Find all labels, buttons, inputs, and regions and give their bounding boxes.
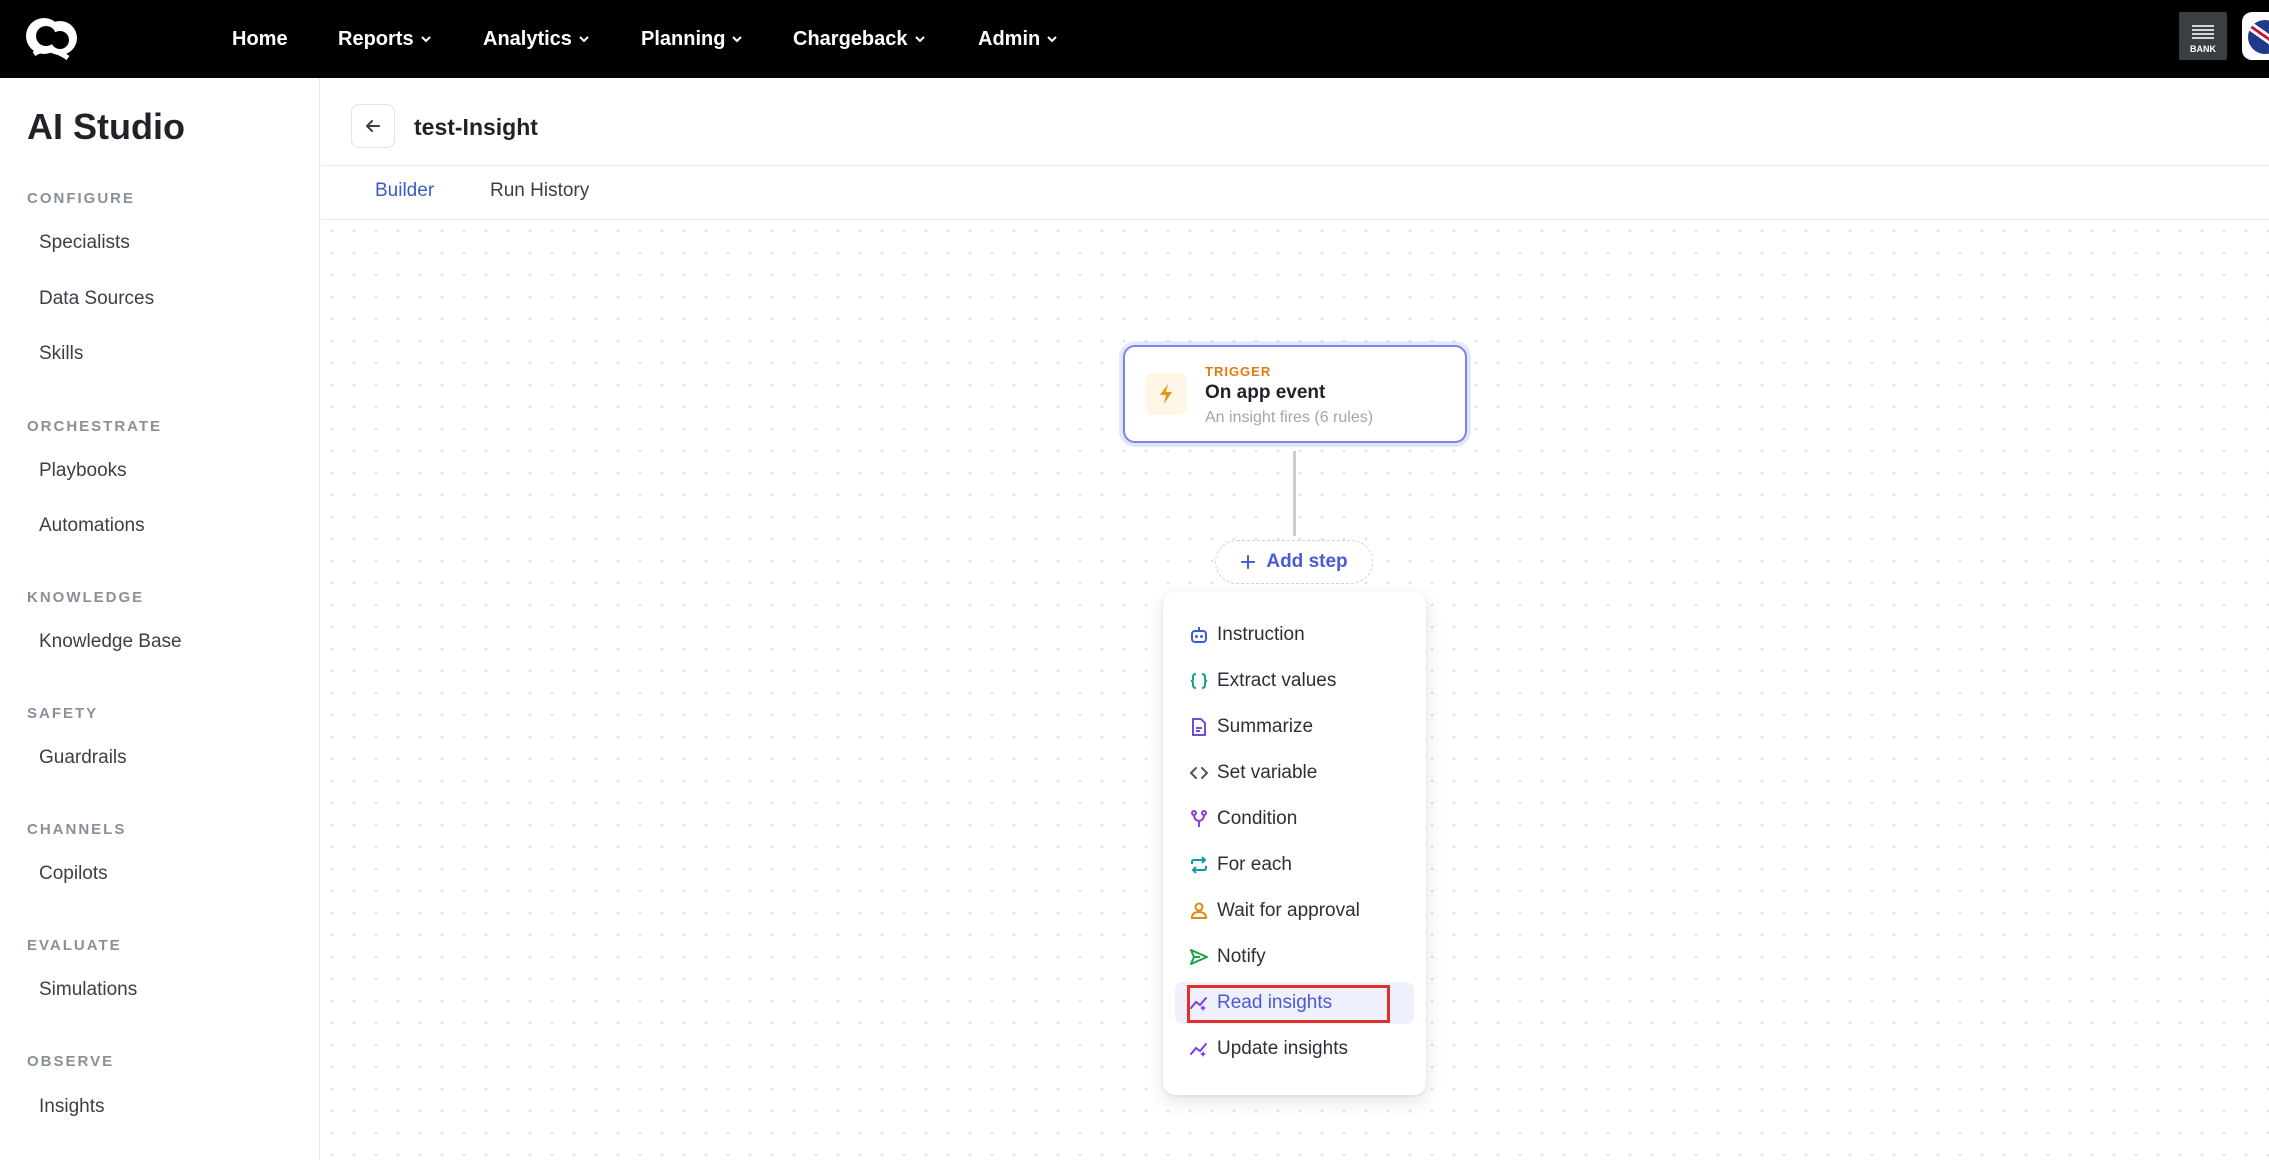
sidebar-item-copilots[interactable]: Copilots — [39, 863, 108, 885]
nav-reports-label: Reports — [338, 28, 414, 50]
tab-builder[interactable]: Builder — [375, 180, 434, 202]
menu-item-label: For each — [1217, 854, 1292, 875]
menu-item-update-insights[interactable]: Update insights — [1175, 1028, 1414, 1070]
repeat-icon — [1191, 856, 1207, 874]
profile-avatar[interactable] — [2242, 12, 2269, 60]
menu-item-summarize[interactable]: Summarize — [1175, 706, 1414, 748]
nav-planning-label: Planning — [641, 28, 726, 50]
menu-item-notify[interactable]: Notify — [1175, 936, 1414, 978]
sidebar-item-automations[interactable]: Automations — [39, 515, 145, 537]
sidebar-item-simulations[interactable]: Simulations — [39, 979, 137, 1001]
flow-connector — [1293, 451, 1296, 536]
chevron-down-icon — [732, 36, 743, 43]
menu-item-label: Update insights — [1217, 1038, 1348, 1059]
braces-icon — [1190, 673, 1208, 689]
add-step-button[interactable]: Add step — [1215, 540, 1373, 584]
menu-item-read-insights[interactable]: Read insights — [1175, 982, 1414, 1024]
nav-analytics[interactable]: Analytics — [483, 0, 590, 78]
menu-item-label: Instruction — [1217, 624, 1305, 645]
send-icon — [1190, 949, 1208, 965]
nav-planning[interactable]: Planning — [641, 0, 743, 78]
section-orchestrate: ORCHESTRATE — [27, 418, 163, 435]
bank-label: BANK — [2190, 44, 2216, 54]
section-configure: CONFIGURE — [27, 190, 135, 207]
sidebar-item-insights[interactable]: Insights — [39, 1096, 104, 1118]
menu-item-condition[interactable]: Condition — [1175, 798, 1414, 840]
bank-switcher[interactable]: BANK — [2179, 12, 2227, 60]
sidebar-item-skills[interactable]: Skills — [39, 343, 83, 365]
tab-run-history[interactable]: Run History — [490, 180, 589, 202]
trigger-title: On app event — [1205, 382, 1326, 403]
step-type-menu: Instruction Extract values Summarize Set… — [1163, 592, 1426, 1095]
plus-icon — [1241, 555, 1256, 569]
branch-icon — [1191, 810, 1207, 827]
section-evaluate: EVALUATE — [27, 937, 122, 954]
arrow-left-icon — [366, 120, 380, 132]
trigger-subtitle: An insight fires (6 rules) — [1205, 409, 1374, 426]
nav-analytics-label: Analytics — [483, 28, 572, 50]
menu-item-label: Set variable — [1217, 762, 1318, 783]
page-title: test-Insight — [414, 114, 538, 140]
chevron-down-icon — [1047, 36, 1057, 43]
menu-item-wait-for-approval[interactable]: Wait for approval — [1175, 890, 1414, 932]
page-header: test-Insight — [321, 78, 2269, 166]
menu-item-set-variable[interactable]: Set variable — [1175, 752, 1414, 794]
menu-item-instruction[interactable]: Instruction — [1175, 614, 1414, 656]
chevron-down-icon — [914, 36, 925, 43]
sidebar-title: AI Studio — [27, 106, 185, 147]
menu-item-label: Read insights — [1217, 992, 1333, 1013]
nav-reports[interactable]: Reports — [338, 0, 432, 78]
bank-icon — [2192, 25, 2214, 41]
trigger-card[interactable]: TRIGGER On app event An insight fires (6… — [1123, 345, 1467, 443]
sidebar-item-specialists[interactable]: Specialists — [39, 232, 130, 254]
menu-item-extract-values[interactable]: Extract values — [1175, 660, 1414, 702]
sidebar-item-guardrails[interactable]: Guardrails — [39, 747, 127, 769]
trigger-kicker: TRIGGER — [1205, 364, 1272, 379]
code-icon — [1189, 767, 1209, 779]
menu-item-label: Extract values — [1217, 670, 1337, 691]
section-knowledge: KNOWLEDGE — [27, 589, 145, 606]
chevron-down-icon — [579, 36, 589, 43]
insight-icon — [1190, 997, 1207, 1011]
sidebar-item-data-sources[interactable]: Data Sources — [39, 288, 154, 310]
person-icon — [1190, 902, 1208, 919]
sidebar-item-knowledge-base[interactable]: Knowledge Base — [39, 631, 182, 653]
menu-item-for-each[interactable]: For each — [1175, 844, 1414, 886]
nav-admin[interactable]: Admin — [978, 0, 1058, 78]
sidebar: AI Studio CONFIGURE Specialists Data Sou… — [0, 78, 320, 1160]
menu-item-label: Wait for approval — [1217, 900, 1360, 921]
add-step-label: Add step — [1266, 551, 1348, 572]
menu-item-label: Summarize — [1217, 716, 1314, 737]
tab-bar: Builder Run History — [321, 166, 2269, 220]
nav-home[interactable]: Home — [232, 0, 288, 78]
section-channels: CHANNELS — [27, 821, 127, 838]
section-observe: OBSERVE — [27, 1053, 115, 1070]
nav-home-label: Home — [232, 28, 288, 50]
menu-item-label: Condition — [1217, 808, 1298, 829]
bolt-icon — [1160, 384, 1172, 404]
trigger-icon-box — [1145, 373, 1187, 415]
flag-icon — [2248, 20, 2269, 54]
nav-chargeback[interactable]: Chargeback — [793, 0, 926, 78]
chevron-down-icon — [420, 36, 431, 43]
back-button[interactable] — [351, 104, 395, 148]
top-nav: Home Reports Analytics Planning Chargeba… — [0, 0, 2269, 78]
brand-logo-icon[interactable] — [22, 14, 82, 62]
insight-icon — [1190, 1043, 1207, 1057]
nav-admin-label: Admin — [978, 28, 1041, 50]
robot-icon — [1191, 627, 1207, 643]
sidebar-item-playbooks[interactable]: Playbooks — [39, 460, 127, 482]
menu-item-label: Notify — [1217, 946, 1266, 967]
nav-chargeback-label: Chargeback — [793, 28, 908, 50]
section-safety: SAFETY — [27, 705, 99, 722]
document-icon — [1192, 718, 1206, 736]
